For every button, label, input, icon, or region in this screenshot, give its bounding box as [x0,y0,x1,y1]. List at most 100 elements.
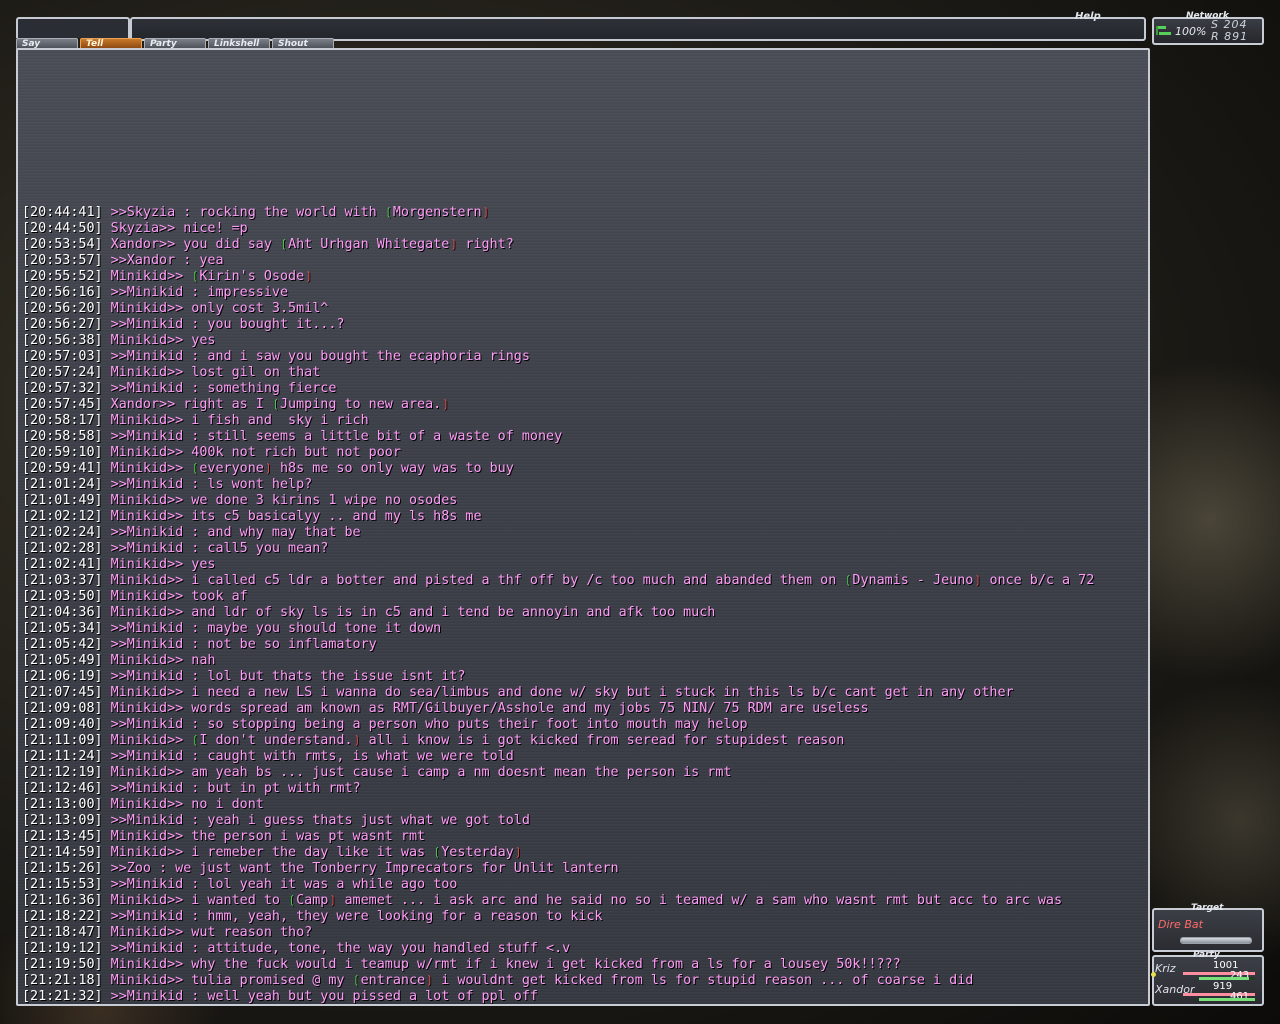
chat-message: Minikid>> tulia promised @ my [102,973,353,988]
chat-timestamp: [21:05:34] [22,621,103,636]
chat-message: Minikid>> only cost 3.5mil^ [102,301,329,316]
chat-message: >>Minikid : not be so inflamatory [102,637,377,652]
chat-message: Xandor>> you did say [102,237,280,252]
chat-line: [20:53:57] >>Xandor : yea [22,253,1146,269]
network-percent: 100% [1175,25,1207,38]
chat-timestamp: [21:12:19] [22,765,103,780]
autotranslate-open-icon: ❲ [384,205,393,220]
chat-line: [21:03:50] Minikid>> took af [22,589,1146,605]
chat-timestamp: [20:59:10] [22,445,103,460]
autotranslate-close-icon: ❳ [481,205,490,220]
chat-line: [21:04:36] Minikid>> and ldr of sky ls i… [22,605,1146,621]
chat-line: [21:01:49] Minikid>> we done 3 kirins 1 … [22,493,1146,509]
chat-timestamp: [21:05:42] [22,637,103,652]
chat-timestamp: [21:13:45] [22,829,103,844]
chat-line: [20:57:32] >>Minikid : something fierce [22,381,1146,397]
chat-timestamp: [21:15:26] [22,861,103,876]
chat-line: [21:11:24] >>Minikid : caught with rmts,… [22,749,1146,765]
chat-timestamp: [20:56:16] [22,285,103,300]
chat-timestamp: [20:58:58] [22,429,103,444]
autotranslate-phrase: entrance [360,973,426,988]
chat-line: [20:56:16] >>Minikid : impressive [22,285,1146,301]
chat-timestamp: [21:14:59] [22,845,103,860]
chat-line: [21:07:45] Minikid>> i need a new LS i w… [22,685,1146,701]
chat-message: Minikid>> i fish and sky i rich [102,413,369,428]
chat-log-panel[interactable]: [20:44:41] >>Skyzia : rocking the world … [16,48,1150,1006]
chat-message: >>Minikid : lol yeah it was a while ago … [102,877,458,892]
chat-timestamp: [20:56:20] [22,301,103,316]
chat-log: [20:44:41] >>Skyzia : rocking the world … [22,205,1146,1005]
chat-line: [20:57:03] >>Minikid : and i saw you bou… [22,349,1146,365]
chat-line: [20:55:52] Minikid>> ❲Kirin's Osode❳ [22,269,1146,285]
member-name: Kriz [1155,962,1176,975]
chat-timestamp: [21:18:22] [22,909,103,924]
chat-message: Minikid>> i wanted to [102,893,289,908]
chat-message-tail: amemet ... i ask arc and he said no so i… [336,893,1063,908]
chat-line: [21:12:19] Minikid>> am yeah bs ... just… [22,765,1146,781]
chat-message: >>Minikid : and why may that be [102,525,361,540]
chat-message: Minikid>> yes [102,333,216,348]
chat-line: [21:21:32] >>Minikid : well yeah but you… [22,989,1146,1005]
chat-message: >>Minikid : hmm, yeah, they were looking… [102,909,603,924]
chat-timestamp: [20:57:45] [22,397,103,412]
autotranslate-phrase: Kirin's Osode [199,269,305,284]
chat-timestamp: [20:44:50] [22,221,103,236]
member-mp-fill [1199,998,1255,1001]
autotranslate-phrase: Dynamis - Jeuno [852,573,974,588]
chat-message: >>Minikid : but in pt with rmt? [102,781,361,796]
chat-timestamp: [21:06:19] [22,669,103,684]
chat-timestamp: [20:57:03] [22,349,103,364]
chat-message: Minikid>> lost gil on that [102,365,321,380]
chat-line: [20:56:20] Minikid>> only cost 3.5mil^ [22,301,1146,317]
chat-line: [21:03:37] Minikid>> i called c5 ldr a b… [22,573,1146,589]
chat-line: [21:09:08] Minikid>> words spread am kno… [22,701,1146,717]
chat-line: [20:56:27] >>Minikid : you bought it...? [22,317,1146,333]
chat-timestamp: [21:12:46] [22,781,103,796]
chat-timestamp: [21:01:49] [22,493,103,508]
autotranslate-close-icon: ❳ [441,397,450,412]
chat-line: [21:19:50] Minikid>> why the fuck would … [22,957,1146,973]
chat-message: >>Minikid : and i saw you bought the eca… [102,349,530,364]
chat-timestamp: [21:19:50] [22,957,103,972]
chat-timestamp: [21:21:18] [22,973,103,988]
chat-message: Minikid>> [102,733,192,748]
autotranslate-phrase: everyone [199,461,264,476]
autotranslate-open-icon: ❲ [288,893,297,908]
chat-message-tail: i wouldnt get kicked from ls for stupid … [433,973,974,988]
chat-line: [21:12:46] >>Minikid : but in pt with rm… [22,781,1146,797]
chat-message: Minikid>> i need a new LS i wanna do sea… [102,685,1014,700]
chat-message: >>Minikid : yeah i guess thats just what… [102,813,530,828]
chat-timestamp: [21:03:50] [22,589,103,604]
chat-timestamp: [21:21:32] [22,989,103,1004]
network-receive: R 891 [1211,30,1249,43]
chat-line: [20:44:41] >>Skyzia : rocking the world … [22,205,1146,221]
autotranslate-phrase: Morgenstern [392,205,482,220]
chat-message-tail: once b/c a 72 [981,573,1095,588]
chat-message: Minikid>> i called c5 ldr a botter and p… [102,573,845,588]
chat-line: [20:53:54] Xandor>> you did say ❲Aht Urh… [22,237,1146,253]
autotranslate-phrase: Aht Urhgan Whitegate [288,237,450,252]
chat-timestamp: [21:18:47] [22,925,103,940]
chat-timestamp: [21:05:49] [22,653,103,668]
chat-timestamp: [21:03:37] [22,573,103,588]
chat-message: Minikid>> no i dont [102,797,264,812]
chat-line: [21:16:36] Minikid>> i wanted to ❲Camp❳ … [22,893,1146,909]
party-member-kriz[interactable]: Kriz 1001 243 [1151,960,1261,982]
chat-message: Minikid>> words spread am known as RMT/G… [102,701,869,716]
chat-line: [21:18:47] Minikid>> wut reason tho? [22,925,1146,941]
chat-message: Minikid>> [102,269,192,284]
chat-message: >>Minikid : impressive [102,285,289,300]
chat-message: >>Skyzia : rocking the world with [102,205,385,220]
chat-timestamp: [20:57:32] [22,381,103,396]
chat-line: [21:21:18] Minikid>> tulia promised @ my… [22,973,1146,989]
chat-line: [21:05:34] >>Minikid : maybe you should … [22,621,1146,637]
autotranslate-phrase: Yesterday [441,845,514,860]
target-name: Dire Bat [1158,918,1203,931]
autotranslate-close-icon: ❳ [304,269,313,284]
help-label[interactable]: Help [1075,11,1101,22]
party-member-xandor[interactable]: Xandor 919 461 [1155,981,1261,1003]
chat-message: >>Minikid : you bought it...? [102,317,345,332]
network-signal-icon [1156,26,1171,35]
autotranslate-close-icon: ❳ [263,461,272,476]
chat-message: Minikid>> we done 3 kirins 1 wipe no oso… [102,493,458,508]
